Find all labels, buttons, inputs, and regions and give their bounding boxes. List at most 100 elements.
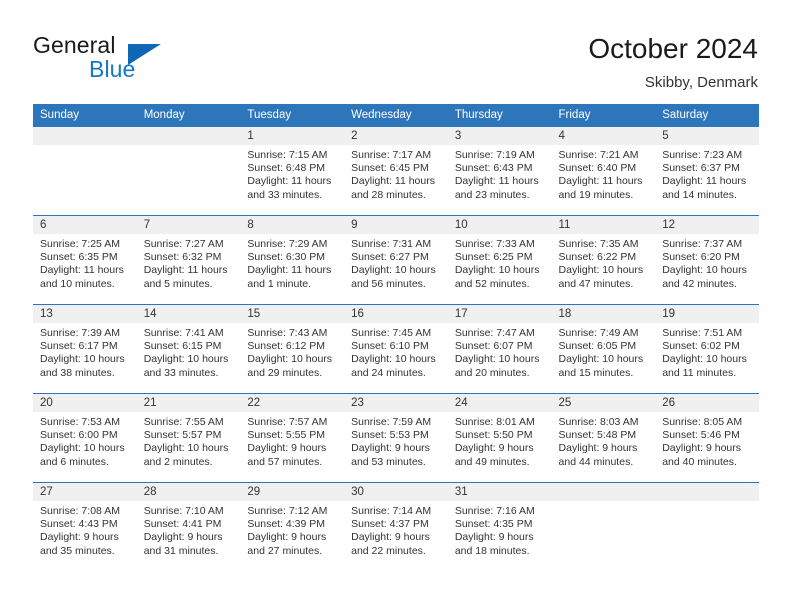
day-cell-inner: 13 Sunrise: 7:39 AM Sunset: 6:17 PM Dayligh… xyxy=(33,305,137,393)
calendar-day-cell[interactable]: 20 Sunrise: 7:53 AM Sunset: 6:00 PM Dayligh… xyxy=(33,393,137,483)
calendar-day-cell[interactable]: 2 Sunrise: 7:17 AM Sunset: 6:45 PM Daylight… xyxy=(344,126,448,216)
daylight-text: Daylight: 9 hours and 22 minutes. xyxy=(351,531,430,557)
calendar-day-cell[interactable]: 30 Sunrise: 7:14 AM Sunset: 4:37 PM Dayligh… xyxy=(344,482,448,571)
day-cell-inner: 24 Sunrise: 8:01 AM Sunset: 5:50 PM Dayligh… xyxy=(447,394,552,482)
sunrise-text: Sunrise: 8:03 AM xyxy=(558,416,639,428)
sunset-text: Sunset: 6:22 PM xyxy=(558,251,637,264)
sunset-text: Sunset: 6:48 PM xyxy=(247,162,326,175)
day-details: Sunrise: 7:49 AM Sunset: 6:05 PM Daylight:… xyxy=(552,323,656,380)
daylight-text: Daylight: 9 hours and 40 minutes. xyxy=(662,442,742,468)
day-cell-inner: 22 Sunrise: 7:57 AM Sunset: 5:55 PM Dayligh… xyxy=(240,394,345,482)
day-number: 22 xyxy=(240,394,345,412)
calendar-day-cell[interactable]: 14 Sunrise: 7:41 AM Sunset: 6:15 PM Dayligh… xyxy=(136,304,241,394)
daylight-text: Daylight: 11 hours and 14 minutes. xyxy=(662,175,747,201)
day-number: 3 xyxy=(447,127,552,145)
sunset-text: Sunset: 6:05 PM xyxy=(558,340,637,353)
calendar-day-cell[interactable]: 23 Sunrise: 7:59 AM Sunset: 5:53 PM Dayligh… xyxy=(344,393,448,483)
sunrise-text: Sunrise: 7:59 AM xyxy=(351,416,432,428)
calendar-day-cell[interactable]: 27 Sunrise: 7:08 AM Sunset: 4:43 PM Dayligh… xyxy=(33,482,137,571)
daylight-text: Daylight: 10 hours and 33 minutes. xyxy=(143,353,229,379)
day-cell-inner xyxy=(33,127,137,215)
sunrise-text: Sunrise: 7:35 AM xyxy=(558,238,639,250)
calendar-day-cell[interactable]: 19 Sunrise: 7:51 AM Sunset: 6:02 PM Dayligh… xyxy=(655,304,759,394)
day-details: Sunrise: 7:45 AM Sunset: 6:10 PM Daylight:… xyxy=(344,323,448,380)
sunset-text: Sunset: 6:07 PM xyxy=(454,340,533,353)
day-details: Sunrise: 8:05 AM Sunset: 5:46 PM Daylight:… xyxy=(655,412,759,469)
calendar-day-cell[interactable]: 25 Sunrise: 8:03 AM Sunset: 5:48 PM Dayligh… xyxy=(551,393,656,483)
calendar-day-cell[interactable]: 5 Sunrise: 7:23 AM Sunset: 6:37 PM Daylight… xyxy=(655,126,759,216)
day-details: Sunrise: 7:23 AM Sunset: 6:37 PM Daylight:… xyxy=(655,145,759,202)
calendar-day-cell[interactable]: 16 Sunrise: 7:45 AM Sunset: 6:10 PM Dayligh… xyxy=(344,304,448,394)
page-title: October 2024 xyxy=(588,33,758,64)
day-cell-inner: 11 Sunrise: 7:35 AM Sunset: 6:22 PM Dayligh… xyxy=(551,216,656,304)
calendar-day-cell[interactable]: 12 Sunrise: 7:37 AM Sunset: 6:20 PM Dayligh… xyxy=(655,215,759,305)
sunset-text: Sunset: 6:00 PM xyxy=(40,429,118,442)
day-number: 26 xyxy=(655,394,759,412)
calendar-day-cell[interactable]: 10 Sunrise: 7:33 AM Sunset: 6:25 PM Dayligh… xyxy=(447,215,552,305)
calendar-day-cell[interactable]: 21 Sunrise: 7:55 AM Sunset: 5:57 PM Dayligh… xyxy=(136,393,241,483)
day-cell-inner: 9 Sunrise: 7:31 AM Sunset: 6:27 PM Daylight… xyxy=(344,216,448,304)
weekday-header-tuesday: Tuesday xyxy=(240,104,345,127)
day-cell-inner: 1 Sunrise: 7:15 AM Sunset: 6:48 PM Daylight… xyxy=(240,127,345,215)
calendar-day-cell[interactable]: 7 Sunrise: 7:27 AM Sunset: 6:32 PM Daylight… xyxy=(136,215,241,305)
calendar-week-row: 1 Sunrise: 7:15 AM Sunset: 6:48 PM Daylight… xyxy=(33,126,759,216)
calendar-day-cell[interactable]: 15 Sunrise: 7:43 AM Sunset: 6:12 PM Dayligh… xyxy=(240,304,345,394)
sunrise-text: Sunrise: 7:55 AM xyxy=(143,416,224,428)
sunrise-text: Sunrise: 7:31 AM xyxy=(351,238,432,250)
daylight-text: Daylight: 10 hours and 38 minutes. xyxy=(40,353,125,379)
calendar-day-cell[interactable]: 17 Sunrise: 7:47 AM Sunset: 6:07 PM Dayligh… xyxy=(447,304,552,394)
daylight-text: Daylight: 11 hours and 23 minutes. xyxy=(454,175,539,201)
sunset-text: Sunset: 6:17 PM xyxy=(40,340,118,353)
day-details: Sunrise: 7:31 AM Sunset: 6:27 PM Daylight:… xyxy=(344,234,448,291)
day-number: 8 xyxy=(240,216,345,234)
calendar-day-cell[interactable]: 9 Sunrise: 7:31 AM Sunset: 6:27 PM Daylight… xyxy=(344,215,448,305)
calendar-day-cell[interactable]: 28 Sunrise: 7:10 AM Sunset: 4:41 PM Dayligh… xyxy=(136,482,241,571)
day-number xyxy=(33,127,137,145)
day-number: 6 xyxy=(33,216,137,234)
calendar-day-cell[interactable]: 8 Sunrise: 7:29 AM Sunset: 6:30 PM Daylight… xyxy=(240,215,345,305)
day-cell-inner: 23 Sunrise: 7:59 AM Sunset: 5:53 PM Dayligh… xyxy=(344,394,448,482)
daylight-text: Daylight: 11 hours and 33 minutes. xyxy=(247,175,332,201)
sunset-text: Sunset: 5:55 PM xyxy=(247,429,326,442)
day-details: Sunrise: 7:53 AM Sunset: 6:00 PM Daylight:… xyxy=(33,412,137,469)
day-details: Sunrise: 7:08 AM Sunset: 4:43 PM Daylight:… xyxy=(33,501,137,558)
calendar-week-row: 20 Sunrise: 7:53 AM Sunset: 6:00 PM Dayligh… xyxy=(33,393,759,483)
day-cell-inner: 7 Sunrise: 7:27 AM Sunset: 6:32 PM Daylight… xyxy=(136,216,241,304)
calendar-day-cell[interactable]: 3 Sunrise: 7:19 AM Sunset: 6:43 PM Daylight… xyxy=(447,126,552,216)
page-header: General Blue October 2024 Skibby, Denmar… xyxy=(0,0,792,100)
daylight-text: Daylight: 9 hours and 49 minutes. xyxy=(454,442,534,468)
calendar-day-cell[interactable]: 6 Sunrise: 7:25 AM Sunset: 6:35 PM Daylight… xyxy=(33,215,137,305)
sunrise-text: Sunrise: 7:23 AM xyxy=(662,149,743,161)
day-cell-inner: 17 Sunrise: 7:47 AM Sunset: 6:07 PM Dayligh… xyxy=(447,305,552,393)
day-cell-inner: 29 Sunrise: 7:12 AM Sunset: 4:39 PM Dayligh… xyxy=(240,483,345,571)
calendar-week-row: 13 Sunrise: 7:39 AM Sunset: 6:17 PM Dayligh… xyxy=(33,304,759,394)
calendar-day-cell[interactable]: 11 Sunrise: 7:35 AM Sunset: 6:22 PM Dayligh… xyxy=(551,215,656,305)
calendar-day-cell[interactable]: 4 Sunrise: 7:21 AM Sunset: 6:40 PM Daylight… xyxy=(551,126,656,216)
calendar-day-cell[interactable]: 26 Sunrise: 8:05 AM Sunset: 5:46 PM Dayligh… xyxy=(655,393,759,483)
day-details: Sunrise: 7:39 AM Sunset: 6:17 PM Daylight:… xyxy=(33,323,137,380)
sunset-text: Sunset: 5:46 PM xyxy=(662,429,740,442)
calendar-day-cell[interactable]: 24 Sunrise: 8:01 AM Sunset: 5:50 PM Dayligh… xyxy=(447,393,552,483)
daylight-text: Daylight: 11 hours and 28 minutes. xyxy=(351,175,435,201)
calendar-day-cell[interactable]: 22 Sunrise: 7:57 AM Sunset: 5:55 PM Dayligh… xyxy=(240,393,345,483)
brand-logo[interactable]: General Blue xyxy=(33,34,223,84)
calendar-day-cell[interactable]: 29 Sunrise: 7:12 AM Sunset: 4:39 PM Dayligh… xyxy=(240,482,345,571)
calendar-day-cell[interactable]: 31 Sunrise: 7:16 AM Sunset: 4:35 PM Dayligh… xyxy=(447,482,552,571)
day-cell-inner: 16 Sunrise: 7:45 AM Sunset: 6:10 PM Dayligh… xyxy=(344,305,448,393)
calendar-cell-empty xyxy=(33,126,137,216)
sunset-text: Sunset: 4:39 PM xyxy=(247,518,326,531)
day-cell-inner: 20 Sunrise: 7:53 AM Sunset: 6:00 PM Dayligh… xyxy=(33,394,137,482)
day-number: 15 xyxy=(240,305,345,323)
calendar-day-cell[interactable]: 13 Sunrise: 7:39 AM Sunset: 6:17 PM Dayligh… xyxy=(33,304,137,394)
calendar-day-cell[interactable]: 1 Sunrise: 7:15 AM Sunset: 6:48 PM Daylight… xyxy=(240,126,345,216)
day-number: 9 xyxy=(344,216,448,234)
day-cell-inner: 6 Sunrise: 7:25 AM Sunset: 6:35 PM Daylight… xyxy=(33,216,137,304)
calendar-day-cell[interactable]: 18 Sunrise: 7:49 AM Sunset: 6:05 PM Dayligh… xyxy=(551,304,656,394)
day-details: Sunrise: 7:27 AM Sunset: 6:32 PM Daylight:… xyxy=(137,234,241,291)
day-number: 10 xyxy=(447,216,552,234)
daylight-text: Daylight: 9 hours and 53 minutes. xyxy=(351,442,430,468)
day-number: 29 xyxy=(240,483,345,501)
day-details: Sunrise: 7:41 AM Sunset: 6:15 PM Daylight:… xyxy=(137,323,241,380)
daylight-text: Daylight: 11 hours and 5 minutes. xyxy=(143,264,228,290)
day-number: 30 xyxy=(344,483,448,501)
